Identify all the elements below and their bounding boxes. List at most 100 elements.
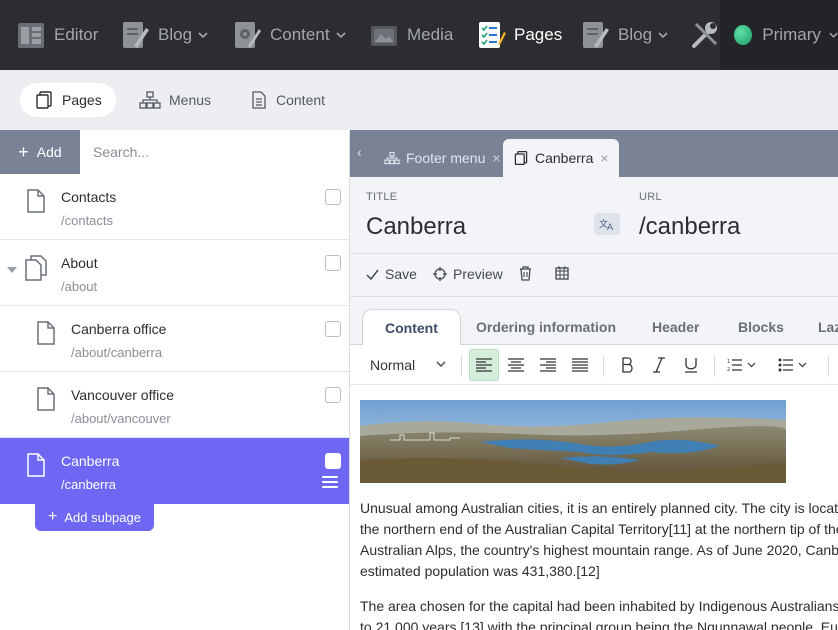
nav-editor[interactable]: Editor: [16, 0, 98, 70]
nav-editor-label: Editor: [54, 25, 99, 44]
pages-icon: [36, 91, 52, 109]
content-tabs: Content Ordering information Header Bloc…: [350, 297, 838, 346]
menus-tree-icon: [139, 91, 161, 109]
doc-tab-label: Canberra: [535, 150, 594, 166]
bullet-list-icon: [778, 358, 807, 372]
chevron-left-icon[interactable]: ‹: [357, 144, 362, 160]
nav-content[interactable]: Content: [232, 0, 346, 70]
close-icon[interactable]: ×: [600, 150, 608, 166]
page-search-input[interactable]: [80, 130, 349, 174]
paragraph-format-select[interactable]: Normal: [370, 357, 415, 373]
content-doc-icon: [252, 91, 266, 109]
underline-button[interactable]: [676, 349, 706, 381]
page-item-checkbox[interactable]: [325, 189, 341, 205]
rich-text-toolbar: Normal 12: [350, 345, 838, 385]
page-item-path: /about/vancouver: [71, 411, 171, 426]
align-right-button[interactable]: [533, 349, 563, 381]
tab-content-label: Content: [276, 92, 326, 108]
page-item-checkbox[interactable]: [325, 321, 341, 337]
tab-menus-label: Menus: [169, 92, 212, 108]
nav-media[interactable]: Media: [369, 0, 453, 70]
align-left-button[interactable]: [469, 349, 499, 381]
add-page-button[interactable]: + Add: [0, 130, 80, 174]
nav-pages[interactable]: Pages: [476, 0, 562, 70]
page-item-name: Contacts: [61, 189, 117, 205]
page-item-checkbox[interactable]: [325, 453, 341, 469]
paragraph-line: Unusual among Australian cities, it is a…: [360, 500, 838, 516]
tab-content[interactable]: Content: [236, 83, 339, 117]
add-subpage-button[interactable]: + Add subpage: [35, 503, 154, 531]
tab-pages[interactable]: Pages: [20, 83, 116, 117]
site-selector-label: Primary: [762, 25, 821, 44]
content-paragraph: The area chosen for the capital had been…: [360, 596, 838, 630]
chevron-down-icon: [335, 32, 346, 39]
content-gear-icon: [232, 20, 262, 50]
delete-button[interactable]: [519, 266, 538, 281]
content-editor[interactable]: Unusual among Australian cities, it is a…: [350, 385, 838, 630]
title-field[interactable]: Canberra: [366, 213, 466, 241]
tab-menus[interactable]: Menus: [125, 83, 225, 117]
expand-caret-icon[interactable]: [7, 267, 17, 273]
chevron-down-icon: [658, 32, 668, 39]
tab-header[interactable]: Header: [630, 309, 721, 345]
preview-button[interactable]: Preview: [433, 266, 503, 282]
schedule-button[interactable]: [555, 266, 575, 280]
ordered-list-button[interactable]: 12: [723, 349, 763, 381]
bullet-list-button[interactable]: [774, 349, 814, 381]
tab-lazy[interactable]: Laz: [796, 309, 838, 345]
page-item-about[interactable]: About /about: [0, 240, 349, 306]
align-center-button[interactable]: [501, 349, 531, 381]
content-paragraph: Unusual among Australian cities, it is a…: [360, 498, 838, 582]
align-justify-button[interactable]: [565, 349, 595, 381]
nav-blog[interactable]: Blog: [120, 0, 208, 70]
top-navigation-bar: Editor Blog Content Media Pages Blog Pri…: [0, 0, 838, 70]
pages-checklist-icon: [476, 20, 506, 50]
align-right-icon: [540, 358, 556, 372]
paragraph-line: Australian Alps, the country's highest m…: [360, 542, 838, 558]
tab-ordering-information[interactable]: Ordering information: [454, 309, 638, 345]
ordered-list-icon: 12: [727, 359, 756, 372]
page-item-canberra[interactable]: Canberra /canberra: [0, 438, 349, 504]
nav-content-label: Content: [270, 25, 330, 44]
doc-tab-label: Footer menu: [406, 150, 486, 166]
nav-blog-2[interactable]: Blog: [580, 0, 668, 70]
save-label: Save: [385, 266, 417, 282]
svg-text:2: 2: [727, 367, 730, 372]
toolbar-divider: [828, 355, 829, 377]
add-subpage-label: Add subpage: [64, 509, 141, 525]
page-item-path: /about/canberra: [71, 345, 163, 360]
paragraph-line: to 21,000 years.[13] with the principal …: [360, 619, 838, 630]
close-icon[interactable]: ×: [492, 150, 500, 166]
pages-stack-icon: [25, 255, 47, 281]
nav-pages-label: Pages: [514, 25, 563, 44]
page-item-path: /contacts: [61, 213, 114, 228]
page-doc-icon: [27, 453, 45, 477]
page-item-canberra-office[interactable]: Canberra office /about/canberra: [0, 306, 349, 372]
save-button[interactable]: Save: [366, 266, 417, 282]
doc-tab-footer-menu[interactable]: Footer menu ×: [374, 139, 511, 177]
bold-button[interactable]: [612, 349, 642, 381]
tab-blocks[interactable]: Blocks: [716, 309, 806, 345]
page-item-contacts[interactable]: Contacts /contacts: [0, 174, 349, 240]
italic-button[interactable]: [644, 349, 674, 381]
align-left-icon: [476, 358, 492, 372]
paragraph-line: the northern end of the Australian Capit…: [360, 521, 838, 537]
translate-icon[interactable]: 文A: [594, 213, 620, 235]
drag-handle-icon[interactable]: [322, 476, 338, 488]
nav-blog-label: Blog: [158, 25, 193, 44]
section-tabs: Pages Menus Content: [0, 70, 838, 130]
chevron-down-icon: [829, 32, 838, 38]
align-center-icon: [508, 358, 524, 372]
svg-text:1: 1: [727, 359, 730, 365]
nav-tools[interactable]: [690, 0, 720, 70]
toolbar-divider: [461, 355, 462, 377]
paragraph-line: estimated population was 431,380.[12]: [360, 563, 600, 579]
url-field[interactable]: /canberra: [639, 213, 740, 241]
tab-content-editor[interactable]: Content: [362, 309, 461, 346]
page-item-checkbox[interactable]: [325, 255, 341, 271]
calendar-icon: [555, 266, 569, 280]
doc-tab-canberra[interactable]: Canberra ×: [503, 139, 619, 177]
page-item-checkbox[interactable]: [325, 387, 341, 403]
page-item-vancouver-office[interactable]: Vancouver office /about/vancouver: [0, 372, 349, 438]
site-selector[interactable]: Primary: [720, 0, 838, 70]
